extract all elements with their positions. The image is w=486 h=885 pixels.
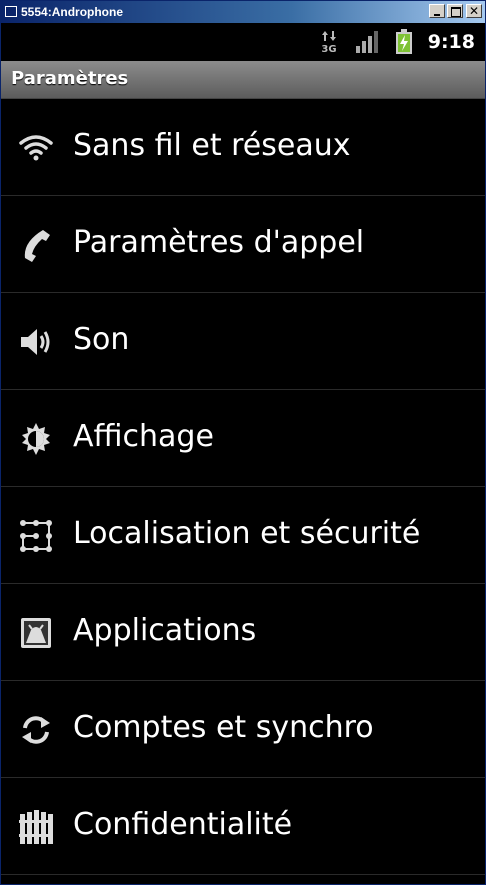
android-status-bar[interactable]: 3G 9:18 xyxy=(1,23,485,61)
battery-charging-icon xyxy=(396,29,412,54)
window-app-icon xyxy=(5,6,17,17)
settings-list: Sans fil et réseaux Paramètres d'appel S… xyxy=(1,99,485,875)
network-type-label: 3G xyxy=(321,44,337,55)
window-titlebar[interactable]: 5554:Androphone ✕ xyxy=(1,1,485,23)
settings-item-applications[interactable]: Applications xyxy=(1,584,485,681)
sync-icon xyxy=(22,716,50,744)
settings-item-sound[interactable]: Son xyxy=(1,293,485,390)
settings-item-label: Son xyxy=(73,322,130,357)
settings-item-label: Confidentialité xyxy=(73,807,293,842)
privacy-fence-icon xyxy=(19,810,53,844)
unlock-pattern-icon xyxy=(20,520,52,552)
maximize-icon xyxy=(451,7,461,17)
minimize-button[interactable] xyxy=(429,4,445,18)
settings-item-label: Localisation et sécurité xyxy=(73,516,421,551)
close-button[interactable]: ✕ xyxy=(466,4,482,18)
settings-item-call[interactable]: Paramètres d'appel xyxy=(1,196,485,293)
page-header: Paramètres xyxy=(1,61,485,99)
settings-item-accounts-sync[interactable]: Comptes et synchro xyxy=(1,681,485,778)
settings-item-label: Paramètres d'appel xyxy=(73,225,365,260)
settings-item-location-security[interactable]: Localisation et sécurité xyxy=(1,487,485,584)
minimize-icon xyxy=(434,14,440,16)
window-title: 5554:Androphone xyxy=(21,5,124,19)
signal-strength-icon xyxy=(356,31,378,53)
settings-item-wireless[interactable]: Sans fil et réseaux xyxy=(1,99,485,196)
emulator-window: 5554:Androphone ✕ 3G 9:18 Paramètres San… xyxy=(0,0,486,885)
settings-item-label: Comptes et synchro xyxy=(73,710,374,745)
data-arrows-icon xyxy=(322,31,336,41)
settings-item-privacy[interactable]: Confidentialité xyxy=(1,778,485,875)
phone-icon xyxy=(24,230,50,262)
settings-item-label: Affichage xyxy=(73,419,214,454)
settings-item-display[interactable]: Affichage xyxy=(1,390,485,487)
close-icon: ✕ xyxy=(469,4,480,18)
wifi-icon xyxy=(19,135,53,161)
status-time: 9:18 xyxy=(427,31,475,53)
settings-item-label: Applications xyxy=(73,613,257,648)
settings-item-label: Sans fil et réseaux xyxy=(73,128,351,163)
maximize-button[interactable] xyxy=(447,4,463,18)
applications-icon xyxy=(21,618,51,648)
page-title: Paramètres xyxy=(11,68,129,89)
speaker-icon xyxy=(21,329,50,355)
brightness-icon xyxy=(22,423,50,455)
data-activity-icon: 3G xyxy=(319,30,339,55)
